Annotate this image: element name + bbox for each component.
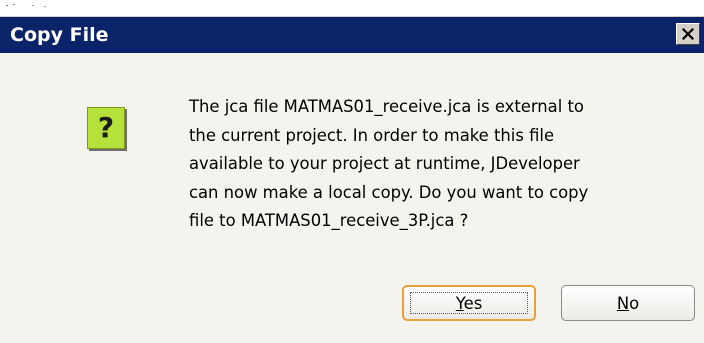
question-glyph: ?: [97, 111, 115, 144]
no-mnemonic: N: [616, 293, 630, 313]
copy-file-dialog: Copy File ? The jca file MATMAS01_receiv…: [0, 16, 704, 343]
no-button[interactable]: No: [561, 285, 695, 321]
message-line: file to MATMAS01_receive_3P.jca ?: [189, 211, 469, 230]
message-line: the current project. In order to make th…: [189, 125, 555, 145]
dialog-titlebar[interactable]: Copy File: [0, 17, 704, 53]
message-line: can now make a local copy. Do you want t…: [189, 182, 589, 202]
no-label-rest: o: [629, 293, 640, 313]
background-artifacts: [6, 4, 46, 7]
message-line: available to your project at runtime, JD…: [189, 154, 580, 173]
message-line: The jca file MATMAS01_receive.jca is ext…: [189, 97, 584, 116]
question-mark-icon: ?: [87, 107, 125, 149]
screen: Copy File ? The jca file MATMAS01_receiv…: [0, 0, 704, 343]
close-icon: [682, 28, 694, 40]
yes-mnemonic: Y: [455, 293, 464, 313]
dialog-message: The jca file MATMAS01_receive.jca is ext…: [189, 93, 669, 236]
no-button-label: No: [617, 294, 639, 313]
close-button[interactable]: [676, 23, 700, 45]
dialog-title: Copy File: [10, 24, 109, 46]
yes-label-rest: es: [463, 293, 483, 313]
yes-button-label: Yes: [456, 294, 482, 313]
yes-button[interactable]: Yes: [402, 285, 536, 321]
